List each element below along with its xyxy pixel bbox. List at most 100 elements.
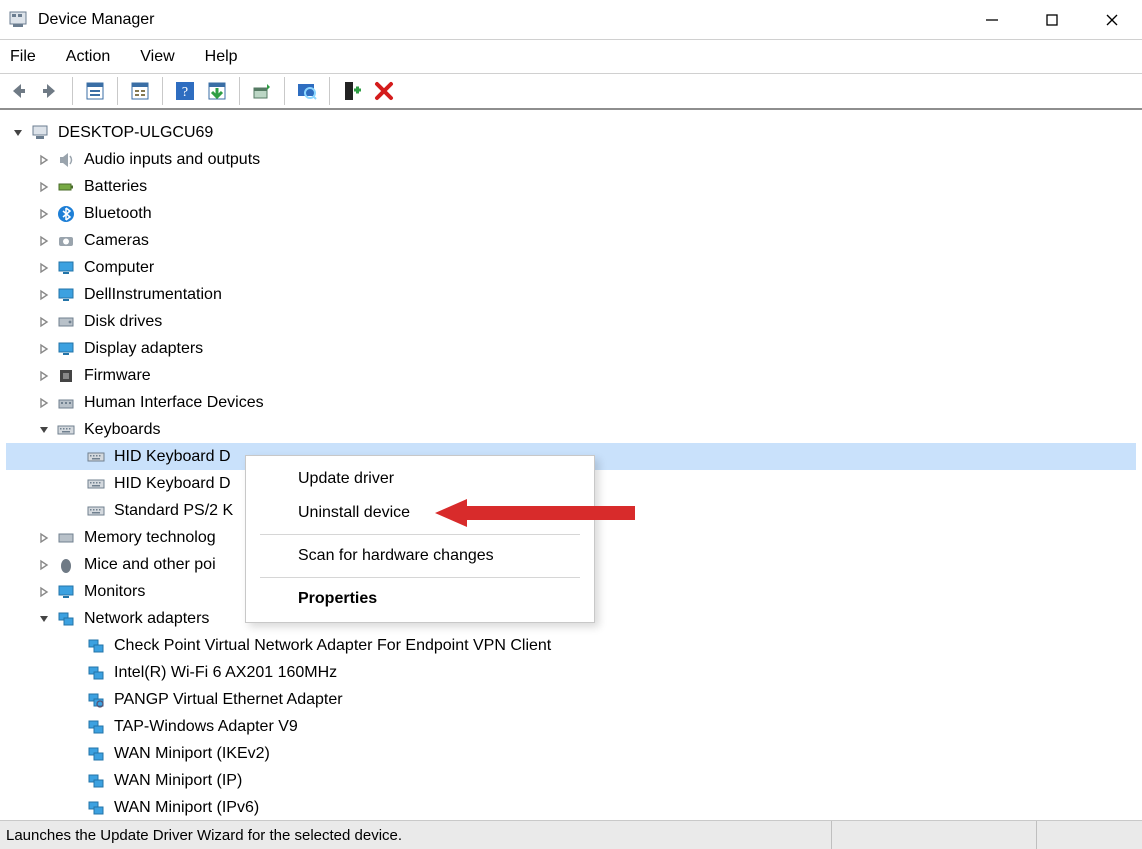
app-icon [8,10,28,30]
expand-icon[interactable] [36,152,52,168]
scan-button[interactable] [293,77,321,105]
keyboard-icon [86,475,106,493]
computer-icon [30,124,50,142]
delete-button[interactable] [370,77,398,105]
network-icon [86,745,106,763]
toolbar: ? [0,74,1142,110]
device-network-3[interactable]: PANGP Virtual Ethernet Adapter [6,686,1136,713]
category-label: Batteries [82,178,149,196]
toolbar-separator [284,77,285,105]
add-legacy-button[interactable] [338,77,366,105]
menu-view[interactable]: View [136,46,178,68]
device-label: TAP-Windows Adapter V9 [112,718,300,736]
status-bar: Launches the Update Driver Wizard for th… [0,820,1142,849]
ctx-separator [260,534,580,535]
category-label: DellInstrumentation [82,286,224,304]
category-disk[interactable]: Disk drives [6,308,1136,335]
category-label: Computer [82,259,156,277]
device-network-4[interactable]: TAP-Windows Adapter V9 [6,713,1136,740]
category-batteries[interactable]: Batteries [6,173,1136,200]
category-label: Network adapters [82,610,211,628]
mouse-icon [56,556,76,574]
category-display[interactable]: Display adapters [6,335,1136,362]
toolbar-separator [72,77,73,105]
expand-icon[interactable] [36,368,52,384]
network-icon [86,664,106,682]
category-firmware[interactable]: Firmware [6,362,1136,389]
maximize-button[interactable] [1022,0,1082,40]
device-label: Standard PS/2 K [112,502,235,520]
ctx-properties[interactable]: Properties [246,582,594,616]
expand-icon[interactable] [36,530,52,546]
camera-icon [56,232,76,250]
display-icon [56,340,76,358]
tree-root[interactable]: DESKTOP-ULGCU69 [6,119,1136,146]
keyboard-icon [56,421,76,439]
expand-icon[interactable] [36,206,52,222]
device-network-7[interactable]: WAN Miniport (IPv6) [6,794,1136,820]
expand-icon[interactable] [36,287,52,303]
context-menu: Update driver Uninstall device Scan for … [245,455,595,623]
collapse-icon[interactable] [36,611,52,627]
expand-icon[interactable] [36,179,52,195]
ctx-scan[interactable]: Scan for hardware changes [246,539,594,573]
minimize-button[interactable] [962,0,1022,40]
svg-text:?: ? [182,85,188,100]
category-dell[interactable]: DellInstrumentation [6,281,1136,308]
ctx-separator [260,577,580,578]
expand-icon[interactable] [36,341,52,357]
device-label: PANGP Virtual Ethernet Adapter [112,691,345,709]
expand-icon[interactable] [36,314,52,330]
root-label: DESKTOP-ULGCU69 [56,124,215,142]
keyboard-icon [86,448,106,466]
toolbar-separator [329,77,330,105]
properties-button[interactable] [126,77,154,105]
category-keyboards[interactable]: Keyboards [6,416,1136,443]
menu-bar: File Action View Help [0,40,1142,74]
category-bluetooth[interactable]: Bluetooth [6,200,1136,227]
keyboard-icon [86,502,106,520]
network-icon [86,718,106,736]
update-driver-button[interactable] [203,77,231,105]
device-label: HID Keyboard D [112,475,233,493]
ctx-update-driver[interactable]: Update driver [246,462,594,496]
menu-file[interactable]: File [6,46,40,68]
expand-icon[interactable] [36,557,52,573]
menu-help[interactable]: Help [201,46,242,68]
expand-icon[interactable] [36,260,52,276]
show-all-button[interactable] [81,77,109,105]
device-label: HID Keyboard D [112,448,233,466]
close-button[interactable] [1082,0,1142,40]
expand-icon[interactable] [36,233,52,249]
device-network-6[interactable]: WAN Miniport (IP) [6,767,1136,794]
category-label: Mice and other poi [82,556,218,574]
device-network-2[interactable]: Intel(R) Wi-Fi 6 AX201 160MHz [6,659,1136,686]
status-text: Launches the Update Driver Wizard for th… [0,821,832,849]
expand-icon[interactable] [36,395,52,411]
speaker-icon [56,151,76,169]
device-network-1[interactable]: Check Point Virtual Network Adapter For … [6,632,1136,659]
ctx-uninstall[interactable]: Uninstall device [246,496,594,530]
category-audio[interactable]: Audio inputs and outputs [6,146,1136,173]
forward-button[interactable] [36,77,64,105]
category-computer[interactable]: Computer [6,254,1136,281]
menu-action[interactable]: Action [62,46,114,68]
expand-icon[interactable] [10,125,26,141]
network-icon [86,799,106,817]
back-button[interactable] [4,77,32,105]
collapse-icon[interactable] [36,422,52,438]
category-cameras[interactable]: Cameras [6,227,1136,254]
monitor-icon [56,259,76,277]
device-network-5[interactable]: WAN Miniport (IKEv2) [6,740,1136,767]
category-label: Monitors [82,583,147,601]
uninstall-button[interactable] [248,77,276,105]
category-label: Display adapters [82,340,205,358]
window-title: Device Manager [38,11,155,29]
expand-icon[interactable] [36,584,52,600]
category-label: Firmware [82,367,153,385]
category-label: Keyboards [82,421,163,439]
network-icon [56,610,76,628]
category-hid[interactable]: Human Interface Devices [6,389,1136,416]
toolbar-separator [239,77,240,105]
help-button[interactable]: ? [171,77,199,105]
